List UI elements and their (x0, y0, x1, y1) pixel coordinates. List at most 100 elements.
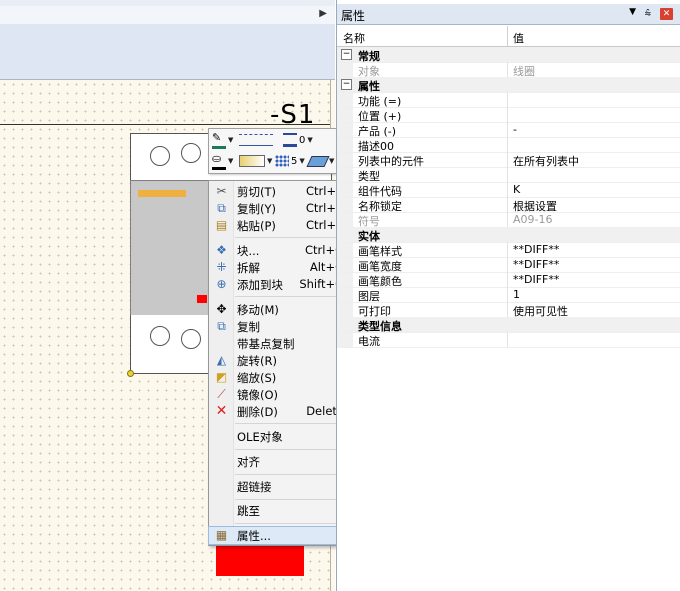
menu-item-explode[interactable]: ⁜ 拆解 Alt+G (209, 259, 355, 276)
menu-item-label: 镜像(O) (237, 388, 279, 402)
menu-item-label: 删除(D) (237, 405, 278, 419)
menu-item-label: 缩放(S) (237, 371, 277, 385)
chevron-down-icon: ▼ (299, 157, 305, 165)
copy-icon: ⧉ (217, 201, 226, 215)
property-value[interactable]: - (513, 123, 517, 136)
collapse-toggle-icon[interactable]: − (341, 49, 352, 60)
property-category-row[interactable]: − 属性 (337, 77, 680, 93)
menu-item-hyperlink[interactable]: 超链接 ▶ (209, 478, 355, 495)
fill-bucket-icon: ⛀ (212, 153, 226, 170)
chevron-down-icon: ▼ (307, 136, 313, 144)
property-row[interactable]: 组件代码 K (337, 182, 680, 198)
menu-item-label: 块... (237, 244, 260, 258)
property-value[interactable]: **DIFF** (513, 258, 559, 271)
menu-item-add-to-block[interactable]: ⊕ 添加到块 Shift+G (209, 276, 355, 293)
layer-button[interactable]: ▼ (306, 152, 335, 170)
selection-grip[interactable] (127, 370, 134, 377)
menu-item-label: 拆解 (237, 261, 260, 275)
column-divider (507, 197, 508, 212)
panel-title: 属性 (341, 9, 366, 23)
property-row[interactable]: 可打印 使用可见性 (337, 302, 680, 318)
menu-item-paste[interactable]: ▤ 粘贴(P) Ctrl+V (209, 217, 355, 234)
properties-panel: 属性 ▼ ⩯ ✕ 名称 值 − 常规 对象 线圈 − 属性 功能 (=) 位置 (+) 产品 (… (336, 0, 680, 591)
property-value[interactable]: 1 (513, 288, 520, 301)
chevron-down-icon: ▼ (329, 157, 335, 165)
symbol-label: -S1 (270, 100, 316, 130)
close-icon[interactable]: ✕ (660, 8, 673, 20)
chevron-down-icon: ▼ (267, 157, 273, 165)
property-value[interactable]: **DIFF** (513, 273, 559, 286)
menu-item-ole-object[interactable]: OLE对象 ▶ (209, 428, 355, 445)
column-header-name: 名称 (343, 32, 365, 45)
column-divider (507, 212, 508, 227)
menu-item-label: 带基点复制 (237, 337, 295, 351)
property-value[interactable]: A09-16 (513, 213, 553, 226)
menu-item-label: 添加到块 (237, 278, 283, 292)
column-divider (507, 107, 508, 122)
line-width-value: 0 (299, 134, 306, 146)
expand-arrow-icon[interactable]: ▶ (319, 8, 327, 19)
menu-item-align[interactable]: 对齐 ▶ (209, 453, 355, 470)
property-name: 电流 (358, 335, 380, 348)
menu-item-rotate[interactable]: ◭ 旋转(R) (209, 352, 355, 369)
menu-item-copy[interactable]: ⧉ 复制(Y) Ctrl+C (209, 200, 355, 217)
menu-item-scale[interactable]: ◩ 缩放(S) (209, 369, 355, 386)
column-divider (507, 122, 508, 137)
line-style-button[interactable] (239, 131, 273, 149)
rotate-icon: ◭ (216, 353, 227, 367)
panel-menu-icon[interactable]: ▼ (629, 7, 636, 17)
property-row[interactable]: 对象 线圈 (337, 62, 680, 78)
line-width-button[interactable]: 0 ▼ (283, 131, 313, 149)
menu-item-duplicate[interactable]: ⧉ 复制 (209, 318, 355, 335)
property-row[interactable]: 画笔宽度 **DIFF** (337, 257, 680, 273)
property-row[interactable]: 类型 (337, 167, 680, 183)
property-value[interactable]: K (513, 183, 520, 196)
property-row[interactable]: 符号 A09-16 (337, 212, 680, 228)
fill-style-button[interactable]: ▼ (239, 152, 272, 170)
menu-item-label: 对齐 (237, 455, 260, 469)
column-divider (507, 332, 508, 347)
column-divider (507, 182, 508, 197)
menu-item-jump-to[interactable]: 跳至 ▶ (209, 502, 355, 519)
component-red-marker (197, 295, 207, 303)
delete-icon: ✕ (215, 403, 228, 419)
property-category-row[interactable]: 类型信息 (337, 317, 680, 333)
property-row[interactable]: 图层 1 (337, 287, 680, 303)
pin-icon[interactable]: ⩯ (645, 7, 651, 21)
property-row[interactable]: 描述00 (337, 137, 680, 153)
property-row[interactable]: 位置 (+) (337, 107, 680, 123)
property-row[interactable]: 画笔样式 **DIFF** (337, 242, 680, 258)
property-row[interactable]: 电流 (337, 332, 680, 348)
property-row[interactable]: 名称锁定 根据设置 (337, 197, 680, 213)
pen-color-icon: ✎ (212, 132, 226, 149)
property-row[interactable]: 产品 (-) - (337, 122, 680, 138)
pen-color-button[interactable]: ✎ ▼ (212, 131, 233, 149)
menu-item-move[interactable]: ✥ 移动(M) (209, 301, 355, 318)
property-row[interactable]: 画笔颜色 **DIFF** (337, 272, 680, 288)
menu-item-label: 属性... (237, 529, 271, 543)
fill-color-button[interactable]: ⛀ ▼ (212, 152, 233, 170)
menu-item-copy-with-base[interactable]: 带基点复制 (209, 335, 355, 352)
menu-item-cut[interactable]: ✂ 剪切(T) Ctrl+X (209, 183, 355, 200)
column-divider[interactable] (507, 26, 508, 46)
property-value[interactable]: **DIFF** (513, 243, 559, 256)
red-element[interactable] (216, 544, 304, 576)
hatch-dots-icon (275, 155, 289, 167)
duplicate-icon: ⧉ (217, 319, 226, 333)
menu-item-delete[interactable]: ✕ 删除(D) Delete (209, 403, 355, 420)
column-header-value: 值 (513, 32, 524, 45)
menu-item-label: 剪切(T) (237, 185, 276, 199)
property-category-row[interactable]: − 常规 (337, 47, 680, 63)
layers-icon (306, 155, 330, 167)
menu-item-properties[interactable]: ▦ 属性... (208, 526, 356, 545)
property-category-row[interactable]: 实体 (337, 227, 680, 243)
terminal-circle (150, 326, 170, 346)
property-row[interactable]: 列表中的元件 在所有列表中 (337, 152, 680, 168)
hatch-button[interactable]: 5 ▼ (275, 152, 305, 170)
menu-item-mirror[interactable]: ⟋ 镜像(O) (209, 386, 355, 403)
collapse-toggle-icon[interactable]: − (341, 79, 352, 90)
menu-item-block[interactable]: ❖ 块... Ctrl+G (209, 242, 355, 259)
property-row[interactable]: 功能 (=) (337, 92, 680, 108)
mini-toolbar: ✎ ▼ 0 ▼ ⛀ ▼ ▼ 5 ▼ ▼ (208, 128, 338, 174)
chevron-down-icon: ▼ (228, 136, 234, 144)
